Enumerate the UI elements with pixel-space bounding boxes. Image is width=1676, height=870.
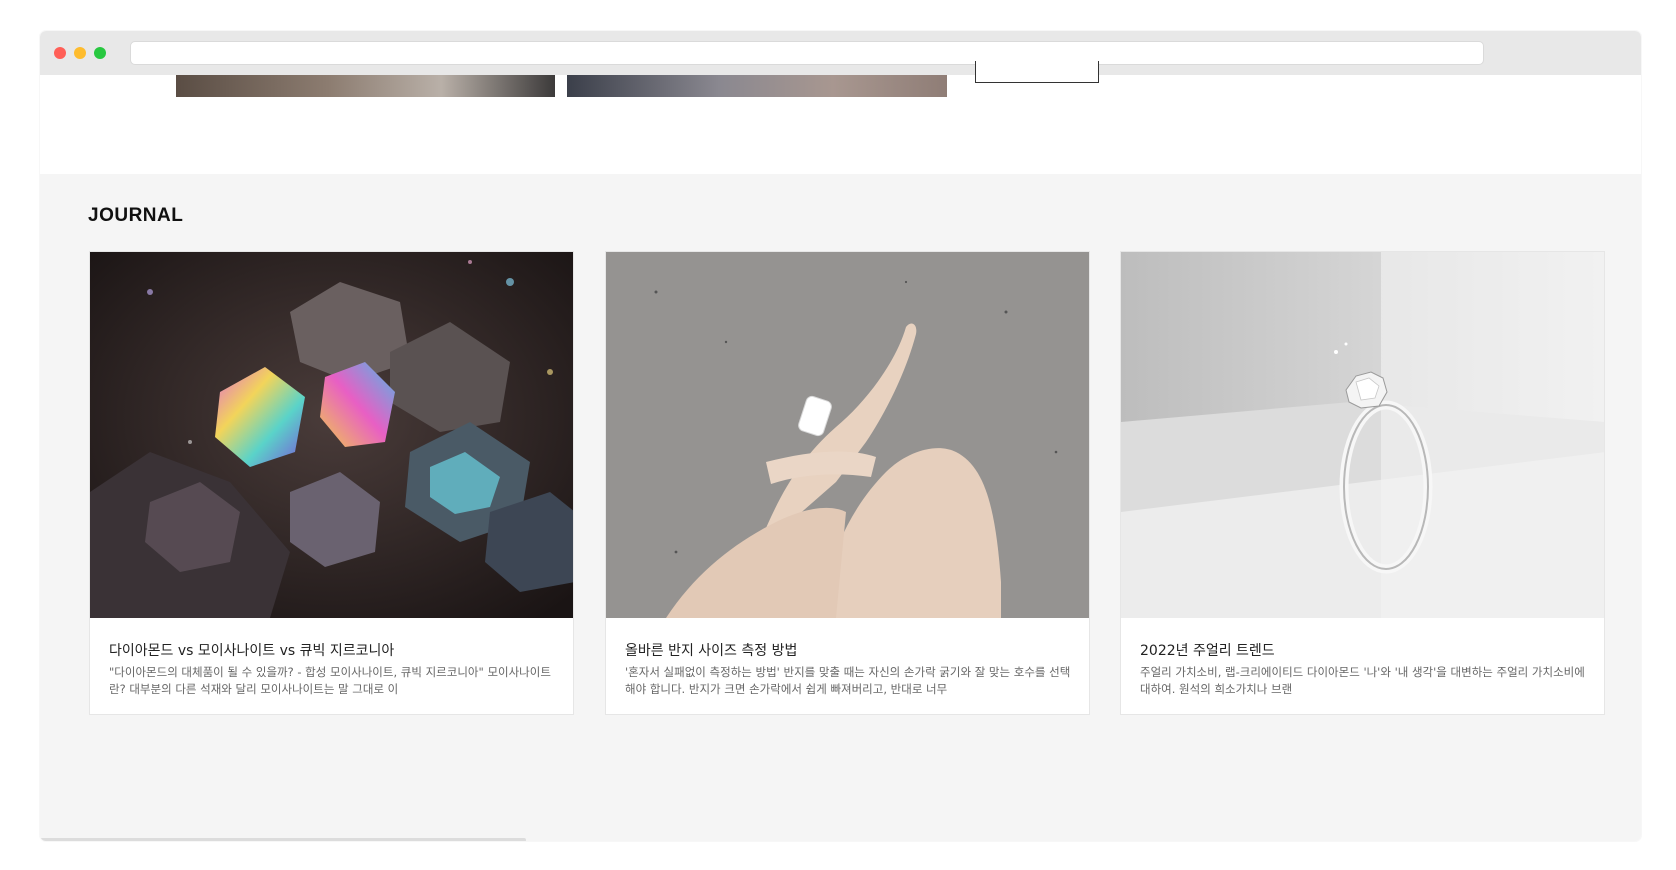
journal-section: JOURNAL 다이아몬드 vs 모이사나이트 vs 큐빅 지르코니아 "다이아… <box>40 174 1641 841</box>
card-title[interactable]: 다이아몬드 vs 모이사나이트 vs 큐빅 지르코니아 <box>109 640 394 660</box>
card-description: 주얼리 가치소비, 랩-크리에이티드 다이아몬드 '나'와 '내 생각'을 대변… <box>1140 665 1585 696</box>
previous-section-button[interactable] <box>975 61 1099 83</box>
browser-toolbar <box>40 31 1641 75</box>
browser-window: JOURNAL 다이아몬드 vs 모이사나이트 vs 큐빅 지르코니아 "다이아… <box>40 31 1641 841</box>
horizontal-scrollbar[interactable] <box>40 838 526 841</box>
card-title[interactable]: 2022년 주얼리 트렌드 <box>1140 640 1275 660</box>
hand-measuring-ring-image[interactable] <box>606 252 1089 618</box>
previous-section-image-1[interactable] <box>176 75 555 97</box>
card-description: "다이아몬드의 대체품이 될 수 있을까? - 합성 모이사나이트, 큐빅 지르… <box>109 665 551 696</box>
minimize-window-button[interactable] <box>74 47 86 59</box>
card-title[interactable]: 올바른 반지 사이즈 측정 방법 <box>625 640 797 660</box>
previous-section-image-2[interactable] <box>567 75 947 97</box>
section-title: JOURNAL <box>88 205 184 226</box>
close-window-button[interactable] <box>54 47 66 59</box>
address-bar[interactable] <box>130 41 1484 65</box>
maximize-window-button[interactable] <box>94 47 106 59</box>
card-description: '혼자서 실패없이 측정하는 방법' 반지를 맞출 때는 자신의 손가락 굵기와… <box>625 665 1071 696</box>
journal-card[interactable]: 2022년 주얼리 트렌드 주얼리 가치소비, 랩-크리에이티드 다이아몬드 '… <box>1120 251 1605 715</box>
journal-card[interactable]: 다이아몬드 vs 모이사나이트 vs 큐빅 지르코니아 "다이아몬드의 대체품이… <box>89 251 574 715</box>
journal-card[interactable]: 올바른 반지 사이즈 측정 방법 '혼자서 실패없이 측정하는 방법' 반지를 … <box>605 251 1090 715</box>
diamond-ring-image[interactable] <box>1121 252 1604 618</box>
iridescent-crystal-image[interactable] <box>90 252 573 618</box>
